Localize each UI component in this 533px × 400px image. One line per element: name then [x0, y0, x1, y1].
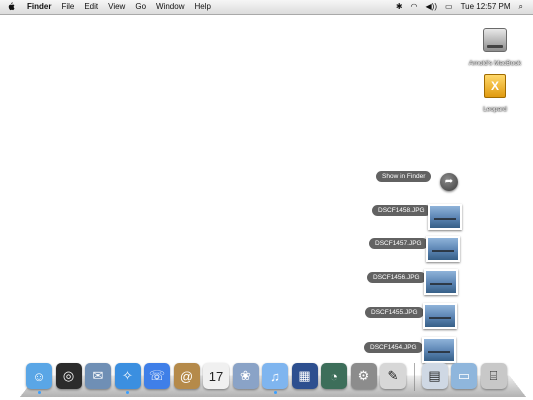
stack-item-label[interactable]: DSCF1458.JPG	[372, 205, 431, 216]
menu-bar: Finder File Edit View Go Window Help ✱ ◠…	[0, 0, 533, 15]
running-indicator	[126, 391, 129, 394]
spaces-icon[interactable]: ▦	[291, 363, 318, 389]
stack-item-label[interactable]: DSCF1455.JPG	[365, 307, 424, 318]
menu-go[interactable]: Go	[130, 0, 151, 14]
desktop-icon-label: Arnold's MacBook	[468, 60, 522, 67]
spotlight-icon[interactable]: ⌕	[515, 0, 527, 14]
status-area: ✱ ◠ ◀)) ▭ Tue 12:57 PM ⌕	[392, 0, 533, 14]
menu-edit[interactable]: Edit	[79, 0, 103, 14]
menu-view[interactable]: View	[103, 0, 130, 14]
running-indicator	[37, 391, 41, 394]
show-in-finder-icon[interactable]: ➦	[440, 173, 458, 191]
menu-help[interactable]: Help	[189, 0, 215, 14]
photo-thumbnail[interactable]	[428, 204, 462, 230]
documents-folder-icon[interactable]: ▭	[451, 363, 477, 389]
stack-item-label[interactable]: DSCF1457.JPG	[369, 238, 428, 249]
show-in-finder-label[interactable]: Show in Finder	[376, 171, 432, 182]
safari-icon[interactable]: ✧	[114, 363, 141, 389]
dock-separator	[413, 363, 415, 391]
system-preferences-icon[interactable]: ⚙	[350, 363, 377, 389]
menu-window[interactable]: Window	[151, 0, 189, 14]
running-indicator	[273, 391, 277, 394]
hard-drive-icon	[483, 28, 507, 52]
ical-icon[interactable]: 17	[203, 363, 229, 389]
desktop-icon-leopard[interactable]: X Leopard	[460, 74, 530, 116]
photo-thumbnail[interactable]	[423, 303, 457, 329]
finder-icon[interactable]: ☺	[26, 363, 52, 389]
stack-item-label[interactable]: DSCF1456.JPG	[367, 272, 426, 283]
time-machine-icon[interactable]: ◔	[321, 363, 347, 389]
menu-file[interactable]: File	[56, 0, 79, 14]
dashboard-icon[interactable]: ◎	[55, 363, 82, 389]
volume-icon[interactable]: ◀))	[422, 0, 441, 14]
stack-item-label[interactable]: DSCF1454.JPG	[364, 342, 423, 353]
iphoto-icon[interactable]: ❀	[232, 363, 259, 389]
photos-stack-icon[interactable]: ▤	[421, 363, 448, 389]
wifi-icon[interactable]: ◠	[407, 0, 422, 14]
ichat-icon[interactable]: ☏	[144, 363, 170, 389]
preview-icon[interactable]: ✎	[380, 363, 406, 389]
bluetooth-icon[interactable]: ✱	[392, 0, 407, 14]
photo-thumbnail[interactable]	[426, 236, 460, 262]
trash-icon[interactable]: ⌸	[480, 363, 507, 389]
install-disk-icon: X	[484, 74, 506, 98]
photo-thumbnail[interactable]	[422, 337, 456, 363]
apple-menu-icon[interactable]	[0, 1, 22, 13]
mail-icon[interactable]: ✉	[85, 363, 111, 389]
photo-thumbnail[interactable]	[424, 269, 458, 295]
desktop-icon-macbook[interactable]: Arnold's MacBook	[460, 28, 530, 70]
desktop-icon-label: Leopard	[483, 106, 507, 113]
address-book-icon[interactable]: @	[173, 363, 200, 389]
dock: ☺ ◎ ✉ ✧ ☏ @17 ❀ ♫ ▦ ◔ ⚙ ✎ ▤ ▭ ⌸	[26, 361, 526, 395]
clock[interactable]: Tue 12:57 PM	[457, 0, 515, 14]
itunes-icon[interactable]: ♫	[262, 363, 288, 389]
battery-icon[interactable]: ▭	[441, 0, 457, 14]
menu-finder[interactable]: Finder	[22, 0, 56, 14]
